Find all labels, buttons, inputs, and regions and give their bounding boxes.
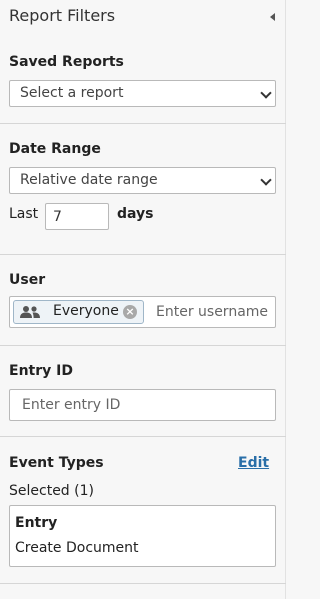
saved-report-select[interactable]: Select a report bbox=[9, 80, 276, 107]
days-input[interactable] bbox=[45, 203, 109, 230]
group-users-icon bbox=[20, 306, 40, 318]
entry-id-label: Entry ID bbox=[9, 363, 73, 379]
user-field[interactable]: Everyone × bbox=[9, 296, 280, 328]
divider bbox=[0, 123, 286, 124]
date-range-select-value: Relative date range bbox=[20, 172, 158, 188]
selected-count: Selected (1) bbox=[9, 483, 94, 499]
divider bbox=[0, 436, 286, 437]
divider bbox=[0, 345, 286, 346]
user-chip-label: Everyone bbox=[53, 303, 119, 319]
username-input[interactable] bbox=[150, 300, 280, 324]
collapse-arrow-icon[interactable] bbox=[270, 13, 275, 21]
panel-title: Report Filters bbox=[9, 6, 116, 25]
entry-id-input[interactable] bbox=[9, 389, 276, 421]
days-label: days bbox=[117, 206, 154, 222]
chevron-down-icon bbox=[260, 87, 272, 99]
date-range-label: Date Range bbox=[9, 141, 101, 157]
report-filters-panel: Report Filters Saved Reports Select a re… bbox=[0, 0, 286, 599]
event-types-list: Entry Create Document bbox=[9, 505, 276, 567]
event-types-label: Event Types bbox=[9, 455, 104, 471]
divider bbox=[0, 254, 286, 255]
last-label: Last bbox=[9, 206, 39, 222]
date-range-select[interactable]: Relative date range bbox=[9, 167, 276, 194]
user-chip: Everyone × bbox=[13, 300, 144, 324]
remove-chip-icon[interactable]: × bbox=[123, 305, 137, 319]
chevron-down-icon bbox=[260, 174, 272, 186]
saved-reports-label: Saved Reports bbox=[9, 54, 124, 70]
divider bbox=[0, 583, 286, 584]
saved-report-select-value: Select a report bbox=[20, 85, 124, 101]
edit-event-types-link[interactable]: Edit bbox=[238, 455, 269, 471]
event-category-label: Entry bbox=[15, 515, 58, 531]
user-label: User bbox=[9, 272, 46, 288]
event-type-item: Create Document bbox=[15, 540, 139, 556]
